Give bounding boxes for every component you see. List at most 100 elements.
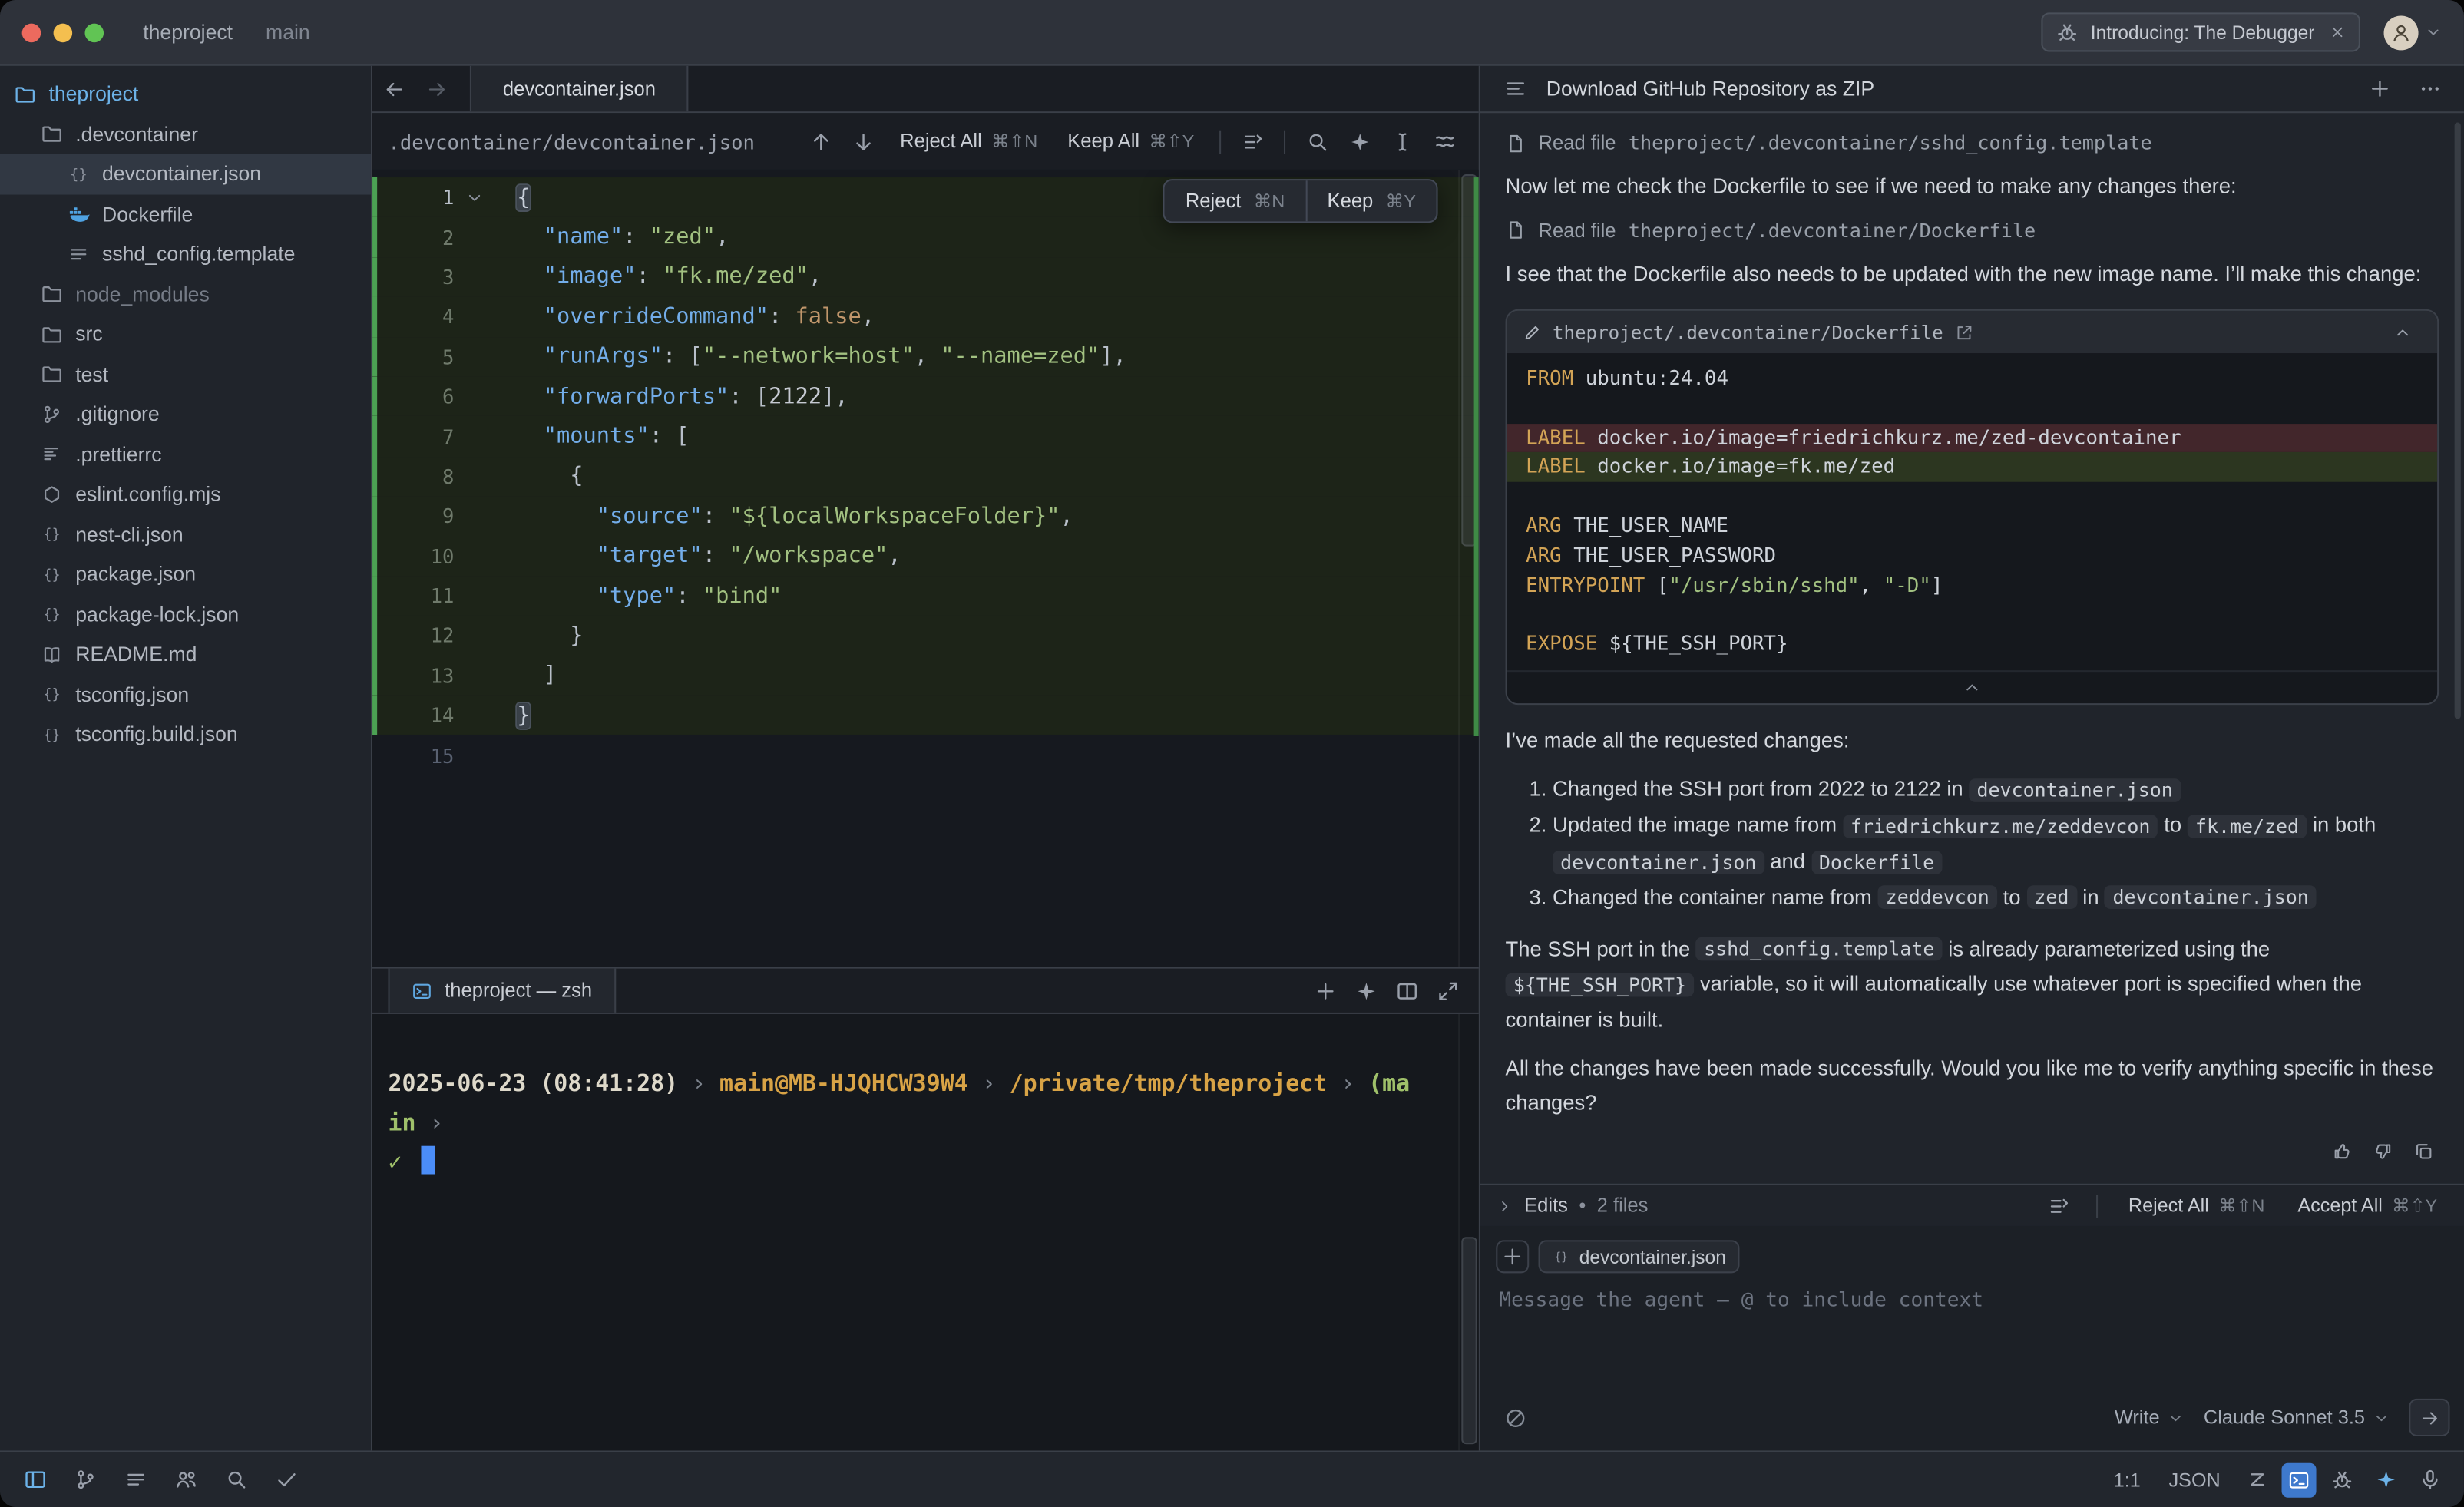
project-menu-button[interactable]: theproject: [134, 17, 242, 47]
next-hunk-button[interactable]: [845, 122, 883, 160]
language-selector[interactable]: JSON: [2158, 1469, 2231, 1491]
inline-assist-icon[interactable]: [1341, 122, 1378, 160]
file-tree-item-package-lock-json[interactable]: {}package-lock.json: [0, 594, 371, 634]
badge-close-icon[interactable]: [2329, 24, 2347, 41]
mode-selector[interactable]: Write: [2115, 1406, 2185, 1429]
search-toggle[interactable]: [217, 1461, 254, 1499]
reject-hunk-button[interactable]: Reject ⌘N: [1165, 180, 1307, 221]
edit-prediction-icon[interactable]: [2237, 1461, 2275, 1499]
reject-all-button[interactable]: Reject All ⌘⇧N: [888, 126, 1050, 157]
model-selector[interactable]: Claude Sonnet 3.5: [2204, 1406, 2390, 1429]
scrollbar-thumb[interactable]: [1461, 1237, 1477, 1444]
keep-all-button[interactable]: Keep All ⌘⇧Y: [1055, 126, 1207, 157]
file-tree-item-dockerfile[interactable]: Dockerfile: [0, 194, 371, 234]
outline-panel-toggle[interactable]: [116, 1461, 154, 1499]
selection-menu-icon[interactable]: [1383, 122, 1421, 160]
collapse-card-icon[interactable]: [2384, 313, 2422, 351]
file-tree-item--gitignore[interactable]: .gitignore: [0, 394, 371, 434]
collab-panel-toggle[interactable]: [167, 1461, 204, 1499]
terminal[interactable]: 2025-06-23 (08:41:28) › main@MB-HJQHCW39…: [372, 1014, 1479, 1450]
new-thread-button[interactable]: [2360, 70, 2398, 107]
file-tree-item-node-modules[interactable]: node_modules: [0, 274, 371, 314]
keep-hunk-button[interactable]: Keep ⌘Y: [1307, 180, 1437, 221]
nav-back-button[interactable]: [372, 66, 415, 111]
file-tree-item-package-json[interactable]: {}package.json: [0, 554, 371, 594]
debugger-panel-toggle[interactable]: [2323, 1461, 2360, 1499]
copy-message-icon[interactable]: [2407, 1135, 2439, 1167]
branch-menu-button[interactable]: main: [256, 17, 319, 47]
agent-scrollbar[interactable]: [2455, 122, 2461, 719]
agent-reject-all-button[interactable]: Reject All ⌘⇧N: [2118, 1191, 2276, 1220]
close-window-button[interactable]: [22, 23, 41, 42]
file-tree-item-eslint-config-mjs[interactable]: eslint.config.mjs: [0, 474, 371, 514]
agent-panel-toggle[interactable]: [2366, 1461, 2404, 1499]
assistant-message: I’ve made all the requested changes:: [1506, 724, 2439, 758]
thumbs-down-icon[interactable]: [2366, 1135, 2398, 1167]
send-button[interactable]: [2409, 1399, 2449, 1436]
file-tree-item-src[interactable]: src: [0, 314, 371, 354]
file-tree-item-readme-md[interactable]: README.md: [0, 634, 371, 674]
prev-hunk-button[interactable]: [802, 122, 840, 160]
nav-forward-button[interactable]: [415, 66, 457, 111]
terminal-assist-icon[interactable]: [1347, 972, 1384, 1010]
soft-wrap-icon[interactable]: [1425, 122, 1463, 160]
file-tree-item--devcontainer[interactable]: .devcontainer: [0, 114, 371, 154]
diff-card-path[interactable]: theproject/.devcontainer/Dockerfile: [1553, 321, 1943, 343]
agent-menu-button[interactable]: [2410, 70, 2448, 107]
agent-accept-all-button[interactable]: Accept All ⌘⇧Y: [2287, 1191, 2448, 1220]
project-panel: theproject.devcontainer{}devcontainer.js…: [0, 66, 372, 1451]
code-editor[interactable]: 1{2 "name": "zed",3 "image": "fk.me/zed"…: [372, 170, 1479, 967]
add-context-button[interactable]: [1496, 1240, 1529, 1273]
diff-card-header[interactable]: theproject/.devcontainer/Dockerfile: [1507, 311, 2438, 353]
zoom-window-button[interactable]: [85, 23, 104, 42]
thumbs-up-icon[interactable]: [2326, 1135, 2357, 1167]
terminal-panel-toggle[interactable]: [2282, 1462, 2317, 1497]
thread-menu-icon[interactable]: [1496, 70, 1533, 107]
file-tree-item-devcontainer-json[interactable]: {}devcontainer.json: [0, 154, 371, 193]
review-changes-icon[interactable]: [2040, 1187, 2078, 1224]
file-tree-item-nest-cli-json[interactable]: {}nest-cli.json: [0, 514, 371, 554]
user-menu[interactable]: [2384, 15, 2443, 49]
terminal-scrollbar[interactable]: [1458, 1014, 1479, 1450]
terminal-tab[interactable]: theproject — zsh: [388, 969, 615, 1013]
new-terminal-button[interactable]: [1306, 972, 1344, 1010]
file-tree-item-test[interactable]: test: [0, 354, 371, 394]
file-tree-item-theproject[interactable]: theproject: [0, 74, 371, 114]
expand-edits-icon[interactable]: [1496, 1197, 1513, 1214]
git-panel-toggle[interactable]: [66, 1461, 104, 1499]
cursor-position[interactable]: 1:1: [2102, 1469, 2151, 1491]
terminal-cursor: [421, 1146, 435, 1175]
fold-chevron-icon[interactable]: [454, 188, 494, 207]
file-tree-item--prettierrc[interactable]: .prettierrc: [0, 434, 371, 474]
diff-review-icon[interactable]: [1234, 122, 1272, 160]
tool-call[interactable]: Read filetheproject/.devcontainer/Docker…: [1506, 219, 2439, 241]
inline-code: friedrichkurz.me/zeddevcon: [1843, 815, 2158, 838]
file-label: .prettierrc: [75, 442, 161, 466]
breadcrumb[interactable]: .devcontainer/devcontainer.json: [388, 130, 798, 154]
edits-file-count: 2 files: [1597, 1195, 1649, 1217]
diff-card-collapse[interactable]: [1507, 670, 2438, 703]
voice-chat-icon[interactable]: [2410, 1461, 2448, 1499]
file-tree-item-tsconfig-build-json[interactable]: {}tsconfig.build.json: [0, 714, 371, 754]
tool-target: theproject/.devcontainer/sshd_config.tem…: [1629, 132, 2152, 154]
folder-icon: [12, 81, 38, 107]
file-tree-item-sshd-config-template[interactable]: sshd_config.template: [0, 234, 371, 274]
context-chip-devcontainer-json[interactable]: {} devcontainer.json: [1539, 1240, 1741, 1273]
minimize-window-button[interactable]: [54, 23, 73, 42]
burn-mode-icon[interactable]: [1496, 1399, 1533, 1436]
search-icon[interactable]: [1298, 122, 1335, 160]
agent-thread[interactable]: Read filetheproject/.devcontainer/sshd_c…: [1480, 113, 2464, 1184]
message-input[interactable]: Message the agent — @ to include context: [1480, 1277, 2464, 1389]
project-panel-toggle[interactable]: [15, 1461, 53, 1499]
split-terminal-icon[interactable]: [1387, 972, 1425, 1010]
tool-call[interactable]: Read filetheproject/.devcontainer/sshd_c…: [1506, 132, 2439, 154]
debugger-announcement-badge[interactable]: Introducing: The Debugger: [2042, 12, 2360, 51]
code-line-4: 4 "overrideCommand": false,: [372, 297, 1479, 337]
terminal-actions: [1306, 969, 1467, 1013]
diff-line: FROM ubuntu:24.04: [1507, 364, 2438, 393]
maximize-terminal-icon[interactable]: [1428, 972, 1466, 1010]
tab-devcontainer-json[interactable]: devcontainer.json: [470, 66, 689, 111]
editor-scrollbar[interactable]: [1458, 170, 1479, 967]
file-tree-item-tsconfig-json[interactable]: {}tsconfig.json: [0, 674, 371, 714]
diagnostics-indicator[interactable]: [267, 1461, 305, 1499]
